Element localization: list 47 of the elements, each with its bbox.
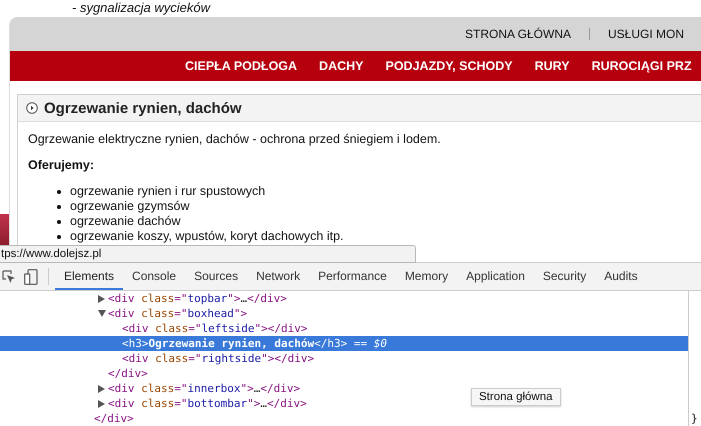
devtools-tab[interactable]: Network <box>247 263 310 290</box>
devtools-tab[interactable]: Application <box>457 263 534 290</box>
devtools-tab[interactable]: Console <box>123 263 186 290</box>
disclosure-triangle-icon[interactable] <box>98 400 105 408</box>
dom-node-text: </div> <box>108 366 148 381</box>
dom-node-text: </div> <box>94 411 134 426</box>
code-fragment: } <box>691 412 698 425</box>
nav-link[interactable]: RURY <box>534 59 570 73</box>
device-toolbar-icon[interactable] <box>24 268 38 284</box>
devtools-tab[interactable]: Memory <box>396 263 458 290</box>
bullet-icon <box>57 204 61 208</box>
disclosure-triangle-icon[interactable] <box>98 384 105 392</box>
nav-link[interactable]: CIEPŁA PODŁOGA <box>185 59 298 73</box>
intro-text: - sygnalizacja wycieków <box>72 0 210 15</box>
devtools-tab[interactable]: Security <box>534 263 596 290</box>
list-item: ogrzewanie gzymsów <box>70 199 190 214</box>
top-link[interactable]: STRONA GŁÓWNA <box>465 27 572 41</box>
dom-node-text: <h3>Ogrzewanie rynien, dachów</h3> == $0 <box>122 336 387 351</box>
status-url: tps://www.dolejsz.pl <box>0 245 416 263</box>
dom-node-text: <div class="boxhead"> <box>108 306 248 321</box>
bullet-icon <box>57 234 61 238</box>
list-item: ogrzewanie koszy, wpustów, koryt dachowych itp. <box>70 229 344 244</box>
inspect-cursor-icon[interactable] <box>2 270 16 284</box>
box-title: Ogrzewanie rynien, dachów <box>44 100 242 116</box>
list-item: ogrzewanie rynien i rur spustowych <box>70 184 266 199</box>
bullet-icon <box>57 220 61 224</box>
top-link[interactable]: USŁUGI MON <box>608 27 684 41</box>
disclosure-triangle-icon[interactable] <box>98 294 105 302</box>
play-circle-icon <box>26 102 38 114</box>
nav-link[interactable]: RUROCIĄGI PRZ <box>592 59 692 73</box>
nav-link[interactable]: PODJAZDY, SCHODY <box>386 59 513 73</box>
dom-node-text: <div class="innerbox">…</div> <box>108 381 300 396</box>
intro-paragraph: Ogrzewanie elektryczne rynien, dachów - ochrona przed śniegiem i lodem. <box>28 132 442 146</box>
devtools-tab[interactable]: Elements <box>55 263 124 290</box>
dom-node-text: <div class="topbar">…</div> <box>108 291 287 306</box>
dom-node-text: <div class="rightside"></div> <box>122 351 314 366</box>
bullet-icon <box>57 190 61 194</box>
list-item: ogrzewanie dachów <box>70 214 180 229</box>
nav-link[interactable]: DACHY <box>319 59 364 73</box>
dom-node-text: <div class="leftside"></div> <box>122 321 308 336</box>
devtools-tab[interactable]: Audits <box>595 263 647 290</box>
offer-heading: Oferujemy: <box>28 158 95 172</box>
devtools-tab[interactable]: Sources <box>185 263 248 290</box>
tooltip: Strona główna <box>471 388 561 406</box>
dom-node-text: <div class="bottombar">…</div> <box>108 396 307 411</box>
disclosure-triangle-icon[interactable] <box>98 310 106 317</box>
devtools-tab[interactable]: Performance <box>309 263 396 290</box>
